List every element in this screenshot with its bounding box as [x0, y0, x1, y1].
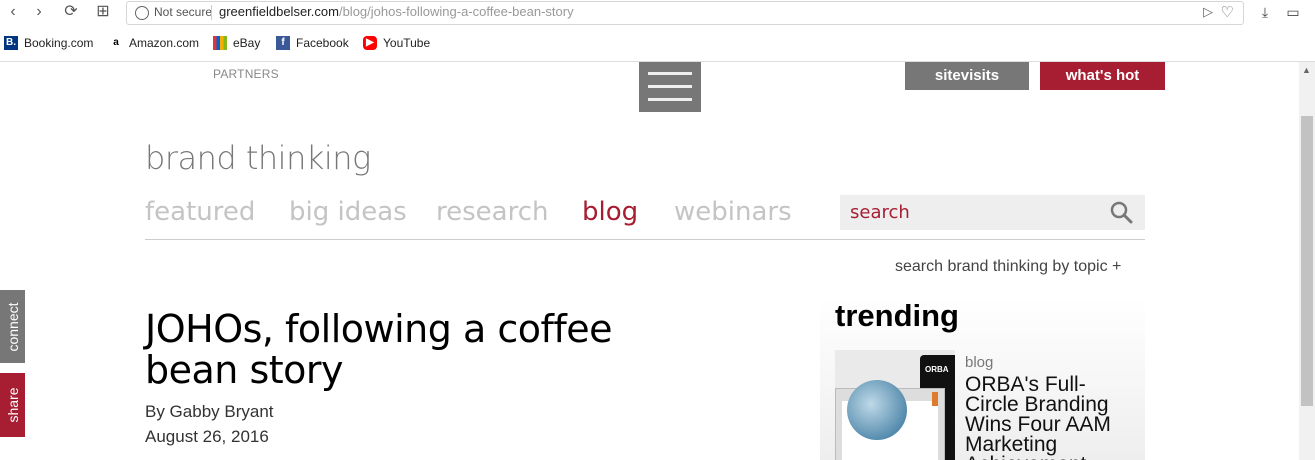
page-content: PARTNERS sitevisits what's hot brand thi… [0, 62, 1299, 460]
bookmark-amazon[interactable]: a Amazon.com [109, 36, 199, 50]
bookmark-facebook[interactable]: f Facebook [276, 36, 349, 50]
trending-thumbnail[interactable]: ORBA [835, 350, 955, 460]
article-date: August 26, 2016 [145, 427, 269, 446]
trending-title[interactable]: ORBA's Full-Circle Branding Wins Four AA… [965, 374, 1125, 460]
bookmark-ebay[interactable]: eBay [213, 36, 260, 50]
bookmark-label: Amazon.com [129, 36, 200, 50]
bookmarks-bar: B. Booking.com a Amazon.com eBay f Faceb… [0, 30, 1315, 60]
connect-tab[interactable]: connect [0, 290, 25, 363]
bookmark-label: eBay [233, 36, 261, 50]
image-circle [847, 380, 907, 440]
download-icon[interactable]: ⤓ [1255, 2, 1275, 22]
booking-icon: B. [4, 36, 18, 50]
back-icon[interactable]: ‹ [2, 2, 24, 22]
security-label: Not secure [154, 5, 213, 19]
bookmark-youtube[interactable]: ▶ YouTube [363, 36, 430, 50]
share-label: share [4, 387, 21, 423]
battery-icon[interactable]: ▭ [1283, 2, 1303, 22]
vertical-scrollbar[interactable]: ▲ [1299, 62, 1315, 460]
whats-hot-button[interactable]: what's hot [1040, 62, 1165, 90]
bookmark-label: Facebook [296, 36, 349, 50]
scrollbar-thumb[interactable] [1301, 116, 1313, 406]
share-tab[interactable]: share [0, 373, 25, 437]
article-title: JOHOs, following a coffee bean story [145, 307, 613, 392]
accent-tab [932, 392, 938, 406]
reload-icon[interactable]: ⟳ [60, 2, 82, 22]
ebay-icon [213, 36, 227, 50]
scroll-up-icon[interactable]: ▲ [1302, 65, 1311, 75]
search-input[interactable] [840, 195, 1120, 230]
trending-category[interactable]: blog [965, 354, 993, 371]
amazon-icon: a [109, 36, 123, 50]
url-domain: greenfieldbelser.com [219, 4, 339, 19]
address-separator [211, 5, 212, 20]
nav-featured[interactable]: featured [145, 197, 255, 227]
facebook-icon: f [276, 36, 290, 50]
section-title: brand thinking [145, 139, 371, 177]
trending-heading: trending [835, 298, 959, 333]
speed-dial-icon[interactable]: ⊞ [92, 2, 114, 22]
forward-icon[interactable]: › [28, 2, 50, 22]
nav-blog[interactable]: blog [582, 197, 638, 227]
url-text[interactable]: greenfieldbelser.com/blog/johos-followin… [219, 4, 574, 19]
menu-icon[interactable] [639, 62, 701, 112]
youtube-icon: ▶ [363, 36, 377, 50]
address-bar[interactable]: Not secure greenfieldbelser.com/blog/joh… [126, 1, 1244, 25]
search-icon[interactable] [1109, 200, 1133, 224]
url-path: /blog/johos-following-a-coffee-bean-stor… [338, 4, 574, 19]
thumb-label: ORBA [925, 365, 949, 374]
bookmark-booking[interactable]: B. Booking.com [4, 36, 93, 50]
bookmark-label: YouTube [383, 36, 431, 50]
bookmark-label: Booking.com [24, 36, 94, 50]
nav-research[interactable]: research [436, 197, 548, 227]
topic-search-link[interactable]: search brand thinking by topic + [895, 258, 1121, 276]
send-icon[interactable]: ▷ [1203, 4, 1213, 20]
sitevisits-button[interactable]: sitevisits [905, 62, 1029, 90]
nav-divider [145, 239, 1145, 240]
connect-label: connect [4, 301, 21, 352]
browser-toolbar: ‹ › ⟳ ⊞ Not secure greenfieldbelser.com/… [0, 0, 1315, 25]
nav-big-ideas[interactable]: big ideas [289, 197, 407, 227]
partners-link[interactable]: PARTNERS [213, 67, 279, 81]
heart-icon[interactable]: ♡ [1221, 3, 1234, 21]
nav-webinars[interactable]: webinars [674, 197, 792, 227]
article-byline: By Gabby Bryant [145, 402, 274, 421]
globe-icon [135, 6, 149, 20]
search-box [840, 195, 1145, 230]
